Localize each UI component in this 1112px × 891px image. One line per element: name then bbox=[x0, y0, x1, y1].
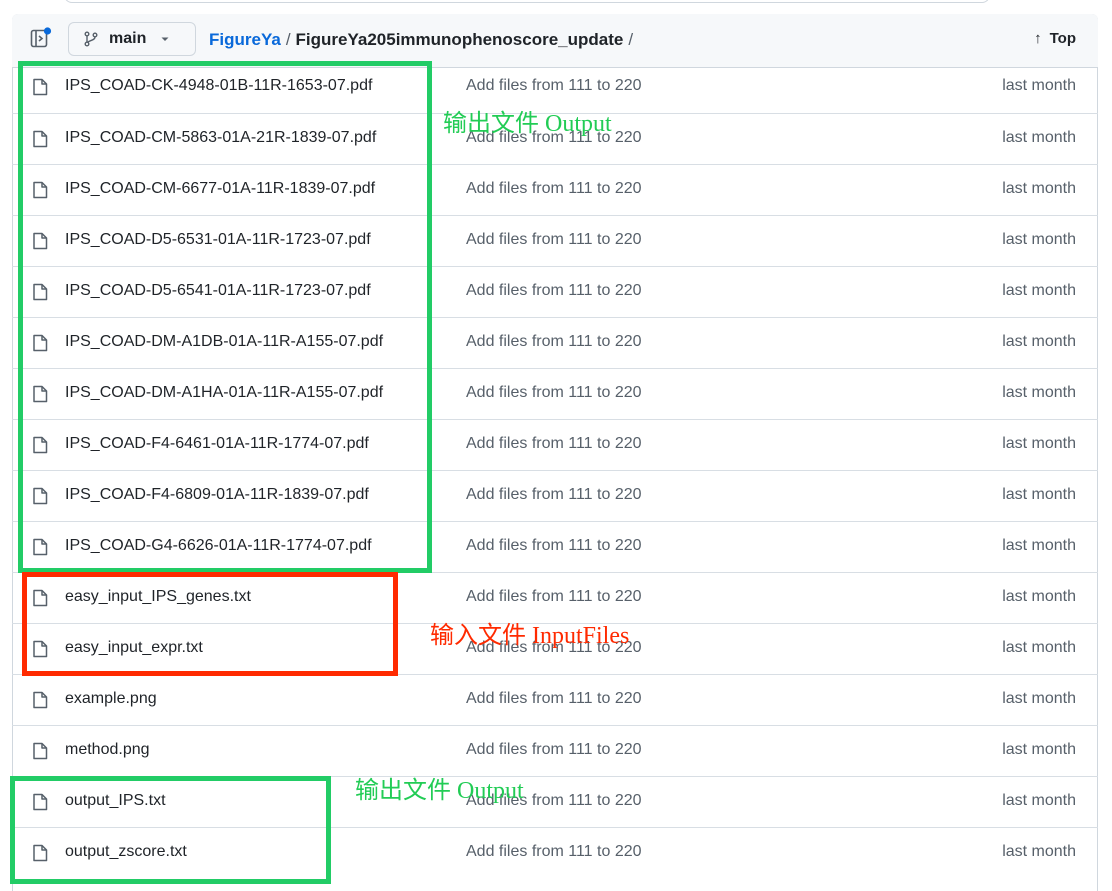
file-icon bbox=[33, 742, 48, 760]
file-row[interactable]: example.png Add files from 111 to 220 last… bbox=[12, 674, 1098, 725]
file-icon bbox=[33, 232, 48, 250]
file-name-link[interactable]: easy_input_expr.txt bbox=[65, 639, 203, 657]
commit-message-link[interactable]: Add files from 111 to 220 bbox=[466, 282, 642, 300]
file-row[interactable]: output_zscore.txt Add files from 111 to 2… bbox=[12, 827, 1098, 878]
breadcrumb-repo-link[interactable]: FigureYa bbox=[209, 30, 281, 49]
breadcrumb: FigureYa / FigureYa205immunophenoscore_upd… bbox=[209, 30, 638, 50]
file-name-link[interactable]: IPS_COAD-D5-6541-01A-11R-1723-07.pdf bbox=[65, 282, 371, 300]
commit-message-link[interactable]: Add files from 111 to 220 bbox=[466, 384, 642, 402]
arrow-up-icon: ↑ bbox=[1034, 30, 1042, 47]
back-to-top-label: Top bbox=[1049, 30, 1076, 47]
commit-message-link[interactable]: Add files from 111 to 220 bbox=[466, 792, 642, 810]
file-name-link[interactable]: IPS_COAD-CM-5863-01A-21R-1839-07.pdf bbox=[65, 129, 376, 147]
commit-message-link[interactable]: Add files from 111 to 220 bbox=[466, 435, 642, 453]
file-icon bbox=[33, 181, 48, 199]
commit-message-link[interactable]: Add files from 111 to 220 bbox=[466, 690, 642, 708]
commit-message-link[interactable]: Add files from 111 to 220 bbox=[466, 639, 642, 657]
file-name-link[interactable]: IPS_COAD-F4-6461-01A-11R-1774-07.pdf bbox=[65, 435, 369, 453]
search-bar-edge bbox=[64, 0, 990, 3]
commit-time: last month bbox=[1002, 180, 1076, 197]
commit-time: last month bbox=[1002, 741, 1076, 758]
file-icon bbox=[33, 283, 48, 301]
file-icon bbox=[33, 793, 48, 811]
file-name-link[interactable]: output_IPS.txt bbox=[65, 792, 166, 810]
triangle-down-icon bbox=[161, 37, 169, 41]
file-row[interactable]: IPS_COAD-D5-6531-01A-11R-1723-07.pdf Add … bbox=[12, 215, 1098, 266]
commit-time: last month bbox=[1002, 639, 1076, 656]
back-to-top-button[interactable]: ↑ Top bbox=[1034, 30, 1076, 47]
commit-message-link[interactable]: Add files from 111 to 220 bbox=[466, 537, 642, 555]
commit-message-link[interactable]: Add files from 111 to 220 bbox=[466, 129, 642, 147]
file-row[interactable]: IPS_COAD-DM-A1HA-01A-11R-A155-07.pdf Add … bbox=[12, 368, 1098, 419]
branch-selector-button[interactable]: main bbox=[68, 22, 196, 56]
file-row[interactable]: IPS_COAD-F4-6461-01A-11R-1774-07.pdf Add … bbox=[12, 419, 1098, 470]
file-name-link[interactable]: IPS_COAD-F4-6809-01A-11R-1839-07.pdf bbox=[65, 486, 369, 504]
commit-time: last month bbox=[1002, 690, 1076, 707]
file-row[interactable]: IPS_COAD-CK-4948-01B-11R-1653-07.pdf Add … bbox=[12, 62, 1098, 113]
commit-time: last month bbox=[1002, 333, 1076, 350]
file-row[interactable]: output_IPS.txt Add files from 111 to 220 l… bbox=[12, 776, 1098, 827]
file-name-link[interactable]: IPS_COAD-CM-6677-01A-11R-1839-07.pdf bbox=[65, 180, 375, 198]
file-row[interactable]: IPS_COAD-G4-6626-01A-11R-1774-07.pdf Add … bbox=[12, 521, 1098, 572]
file-row[interactable]: IPS_COAD-CM-6677-01A-11R-1839-07.pdf Add … bbox=[12, 164, 1098, 215]
file-name-link[interactable]: IPS_COAD-CK-4948-01B-11R-1653-07.pdf bbox=[65, 77, 372, 95]
file-list-header: main FigureYa / FigureYa205immunophenoscor… bbox=[12, 14, 1098, 68]
file-icon bbox=[33, 78, 48, 96]
file-icon bbox=[33, 844, 48, 862]
commit-message-link[interactable]: Add files from 111 to 220 bbox=[466, 231, 642, 249]
breadcrumb-separator: / bbox=[285, 30, 291, 49]
commit-time: last month bbox=[1002, 792, 1076, 809]
file-name-link[interactable]: IPS_COAD-DM-A1DB-01A-11R-A155-07.pdf bbox=[65, 333, 383, 351]
file-name-link[interactable]: IPS_COAD-DM-A1HA-01A-11R-A155-07.pdf bbox=[65, 384, 383, 402]
file-icon bbox=[33, 640, 48, 658]
file-row[interactable]: IPS_COAD-CM-5863-01A-21R-1839-07.pdf Add … bbox=[12, 113, 1098, 164]
breadcrumb-current-folder: FigureYa205immunophenoscore_update bbox=[295, 30, 624, 49]
file-icon bbox=[33, 385, 48, 403]
commit-time: last month bbox=[1002, 77, 1076, 94]
breadcrumb-trailing-separator: / bbox=[628, 30, 634, 49]
git-branch-icon bbox=[84, 31, 98, 47]
file-name-link[interactable]: IPS_COAD-D5-6531-01A-11R-1723-07.pdf bbox=[65, 231, 371, 249]
file-row[interactable]: IPS_COAD-DM-A1DB-01A-11R-A155-07.pdf Add … bbox=[12, 317, 1098, 368]
file-name-link[interactable]: IPS_COAD-G4-6626-01A-11R-1774-07.pdf bbox=[65, 537, 372, 555]
file-icon bbox=[33, 538, 48, 556]
commit-time: last month bbox=[1002, 231, 1076, 248]
commit-message-link[interactable]: Add files from 111 to 220 bbox=[466, 77, 642, 95]
file-icon bbox=[33, 487, 48, 505]
commit-time: last month bbox=[1002, 384, 1076, 401]
commit-time: last month bbox=[1002, 435, 1076, 452]
file-row[interactable]: easy_input_expr.txt Add files from 111 to… bbox=[12, 623, 1098, 674]
file-icon bbox=[33, 130, 48, 148]
file-browser-page: main FigureYa / FigureYa205immunophenoscor… bbox=[0, 0, 1112, 891]
commit-message-link[interactable]: Add files from 111 to 220 bbox=[466, 486, 642, 504]
sidebar-expand-icon[interactable] bbox=[30, 27, 52, 49]
commit-message-link[interactable]: Add files from 111 to 220 bbox=[466, 333, 642, 351]
file-row[interactable]: IPS_COAD-D5-6541-01A-11R-1723-07.pdf Add … bbox=[12, 266, 1098, 317]
file-list: IPS_COAD-CK-4948-01B-11R-1653-07.pdf Add … bbox=[12, 62, 1098, 878]
commit-time: last month bbox=[1002, 588, 1076, 605]
commit-time: last month bbox=[1002, 282, 1076, 299]
file-icon bbox=[33, 334, 48, 352]
commit-time: last month bbox=[1002, 537, 1076, 554]
file-row[interactable]: easy_input_IPS_genes.txt Add files from 1… bbox=[12, 572, 1098, 623]
file-icon bbox=[33, 589, 48, 607]
file-name-link[interactable]: easy_input_IPS_genes.txt bbox=[65, 588, 251, 606]
commit-time: last month bbox=[1002, 129, 1076, 146]
branch-name: main bbox=[109, 30, 147, 47]
file-icon bbox=[33, 436, 48, 454]
commit-time: last month bbox=[1002, 486, 1076, 503]
file-icon bbox=[33, 691, 48, 709]
commit-message-link[interactable]: Add files from 111 to 220 bbox=[466, 180, 642, 198]
file-row[interactable]: method.png Add files from 111 to 220 last … bbox=[12, 725, 1098, 776]
file-name-link[interactable]: example.png bbox=[65, 690, 157, 708]
commit-message-link[interactable]: Add files from 111 to 220 bbox=[466, 741, 642, 759]
commit-message-link[interactable]: Add files from 111 to 220 bbox=[466, 843, 642, 861]
commit-message-link[interactable]: Add files from 111 to 220 bbox=[466, 588, 642, 606]
file-row[interactable]: IPS_COAD-F4-6809-01A-11R-1839-07.pdf Add … bbox=[12, 470, 1098, 521]
commit-time: last month bbox=[1002, 843, 1076, 860]
file-name-link[interactable]: method.png bbox=[65, 741, 150, 759]
file-name-link[interactable]: output_zscore.txt bbox=[65, 843, 187, 861]
